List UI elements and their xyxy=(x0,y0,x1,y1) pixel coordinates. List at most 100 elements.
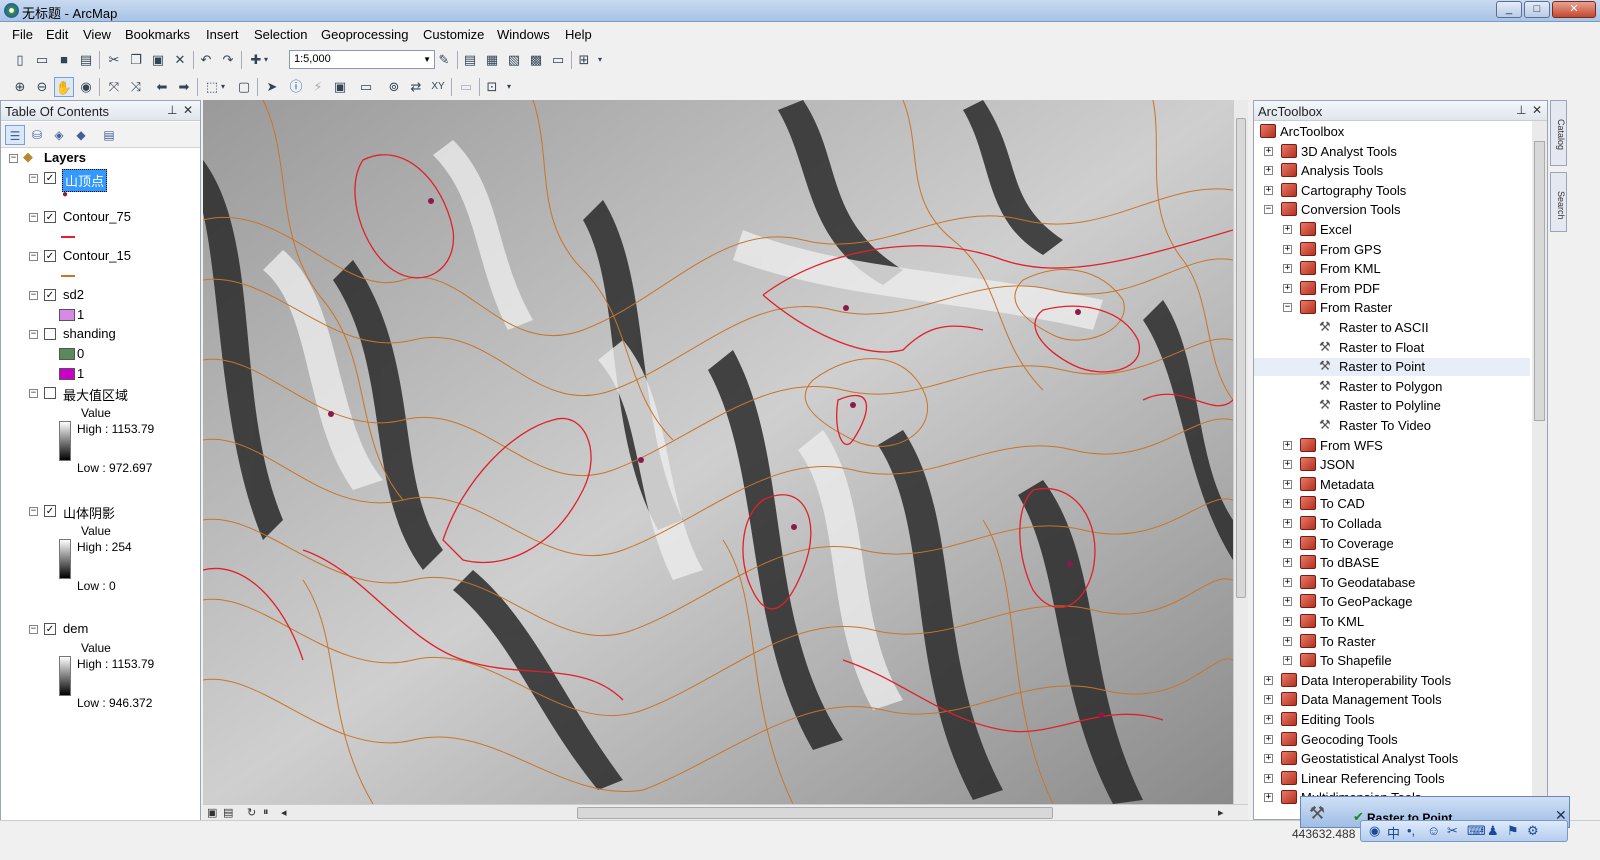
toolbox-tree-item[interactable]: + Geocoding Tools xyxy=(1254,731,1530,749)
zoom-out-icon[interactable]: ⊖ xyxy=(32,77,52,97)
pause-drawing-icon[interactable]: ⏸ xyxy=(263,806,269,819)
layer-collapse-toggle[interactable]: − xyxy=(29,291,38,300)
map-display[interactable] xyxy=(203,100,1233,804)
scroll-thumb[interactable] xyxy=(1236,118,1246,598)
expand-toggle[interactable]: + xyxy=(1283,597,1292,607)
toolbox-tree-item[interactable]: + Geostatistical Analyst Tools xyxy=(1254,750,1530,768)
layer-collapse-toggle[interactable]: − xyxy=(29,174,38,183)
toolbox-tree-item[interactable]: + From KML xyxy=(1254,260,1530,278)
model-builder-icon[interactable]: ⊞ xyxy=(574,50,594,70)
go-to-xy-icon[interactable]: XY xyxy=(428,77,448,97)
pin-icon[interactable]: ⊥ xyxy=(167,103,177,117)
expand-toggle[interactable]: + xyxy=(1264,734,1273,744)
menu-file[interactable]: File xyxy=(12,27,33,42)
undo-icon[interactable]: ↶ xyxy=(196,50,216,70)
editor-toolbar-icon[interactable]: ✎ xyxy=(434,50,454,70)
fixed-zoom-in-icon[interactable]: ⤧ xyxy=(104,77,124,97)
menu-customize[interactable]: Customize xyxy=(423,27,484,42)
expand-toggle[interactable]: + xyxy=(1283,538,1292,548)
layer-collapse-toggle[interactable]: − xyxy=(29,389,38,398)
ime-user-icon[interactable]: ♟ xyxy=(1487,823,1499,839)
save-icon[interactable]: ■ xyxy=(54,50,74,70)
toolbox-tree-item[interactable]: + To Collada xyxy=(1254,515,1530,533)
layer-visibility-checkbox[interactable] xyxy=(44,387,56,399)
select-elements-arrow-icon[interactable]: ➤ xyxy=(262,77,282,97)
expand-toggle[interactable]: + xyxy=(1283,264,1292,274)
print-icon[interactable]: ▤ xyxy=(76,50,96,70)
layer-name-max-region[interactable]: 最大值区域 xyxy=(63,385,128,404)
open-folder-icon[interactable]: ▭ xyxy=(32,50,52,70)
delete-icon[interactable]: ✕ xyxy=(170,50,190,70)
expand-toggle[interactable]: + xyxy=(1283,499,1292,509)
toolbox-tree-item[interactable]: ⚒ Raster to Polygon xyxy=(1254,378,1530,396)
peak-point[interactable] xyxy=(1067,561,1073,567)
toolbox-tree-item[interactable]: − Conversion Tools xyxy=(1254,201,1530,219)
expand-toggle[interactable]: + xyxy=(1264,185,1273,195)
list-by-visibility-icon[interactable]: ◈ xyxy=(49,125,69,145)
list-by-selection-icon[interactable]: ◆ xyxy=(71,125,91,145)
peak-point[interactable] xyxy=(1075,309,1081,315)
ime-language-icon[interactable]: 中 xyxy=(1387,823,1400,842)
minimize-button[interactable]: _ xyxy=(1496,1,1522,18)
expand-toggle[interactable]: + xyxy=(1283,519,1292,528)
expand-toggle[interactable]: + xyxy=(1283,558,1292,568)
scroll-thumb[interactable] xyxy=(1534,141,1545,421)
expand-toggle[interactable]: + xyxy=(1283,460,1292,470)
layer-collapse-toggle[interactable]: − xyxy=(29,507,38,516)
data-view-icon[interactable]: ▣ xyxy=(207,806,217,819)
layer-collapse-toggle[interactable]: − xyxy=(29,213,38,222)
expand-toggle[interactable]: + xyxy=(1283,617,1292,626)
expand-toggle[interactable]: + xyxy=(1283,225,1292,234)
horizontal-scroll-thumb[interactable] xyxy=(577,807,1053,819)
expand-toggle[interactable]: + xyxy=(1283,283,1292,293)
catalog-window-icon[interactable]: ▦ xyxy=(482,50,502,70)
paste-icon[interactable]: ▣ xyxy=(148,50,168,70)
layer-visibility-checkbox[interactable]: ✓ xyxy=(44,289,56,301)
menu-windows[interactable]: Windows xyxy=(497,27,550,42)
create-viewer-window-icon[interactable]: ⊡ xyxy=(482,77,502,97)
menu-selection[interactable]: Selection xyxy=(254,27,307,42)
toolbox-tree-item[interactable]: + Metadata xyxy=(1254,476,1530,494)
arctoolbox-icon[interactable]: ▩ xyxy=(526,50,546,70)
peak-point[interactable] xyxy=(638,457,644,463)
identify-icon[interactable]: ⓘ xyxy=(286,77,306,97)
scroll-left-icon[interactable]: ◂ xyxy=(281,806,287,819)
toolbox-tree-item[interactable]: + From WFS xyxy=(1254,437,1530,455)
layer-name-shanding[interactable]: shanding xyxy=(63,326,116,341)
toolbox-tree-item[interactable]: + Linear Referencing Tools xyxy=(1254,770,1530,788)
refresh-icon[interactable]: ↻ xyxy=(247,806,256,819)
ime-keyboard-icon[interactable]: ⌨ xyxy=(1467,823,1486,839)
layer-name-sd2[interactable]: sd2 xyxy=(63,287,84,302)
layer-visibility-checkbox[interactable]: ✓ xyxy=(44,172,56,184)
expand-toggle[interactable]: + xyxy=(1283,479,1292,489)
ime-punct-icon[interactable]: •, xyxy=(1407,823,1415,838)
hyperlink-icon[interactable]: ⚡ xyxy=(308,77,328,97)
fixed-zoom-out-icon[interactable]: ⤨ xyxy=(126,77,146,97)
toolbox-tree-item[interactable]: ⚒ Raster to Polyline xyxy=(1254,397,1530,415)
toolbox-tree-item[interactable]: + To KML xyxy=(1254,613,1530,631)
menu-view[interactable]: View xyxy=(83,27,111,42)
toolbar-options-icon[interactable]: ▾ xyxy=(595,50,605,70)
toolbar-options-icon[interactable]: ▾ xyxy=(504,77,514,97)
close-icon[interactable]: ✕ xyxy=(1532,103,1542,117)
peak-point[interactable] xyxy=(428,198,434,204)
map-scale-combo[interactable]: 1:5,000 ▼ xyxy=(289,50,435,69)
expand-toggle[interactable]: + xyxy=(1264,166,1273,176)
layer-visibility-checkbox[interactable]: ✓ xyxy=(44,211,56,223)
copy-icon[interactable]: ❐ xyxy=(126,50,146,70)
catalog-tab[interactable]: Catalog xyxy=(1550,100,1567,166)
full-extent-icon[interactable]: ◉ xyxy=(76,77,96,97)
find-binoculars-icon[interactable]: ⊚ xyxy=(384,77,404,97)
table-of-contents-icon[interactable]: ▤ xyxy=(460,50,480,70)
toolbox-tree-item[interactable]: − From Raster xyxy=(1254,299,1530,317)
close-window-button[interactable]: ✕ xyxy=(1552,1,1596,18)
html-popup-icon[interactable]: ▣ xyxy=(330,77,350,97)
layer-collapse-toggle[interactable]: − xyxy=(29,625,38,634)
toolbox-tree-item[interactable]: ⚒ Raster to Float xyxy=(1254,339,1530,357)
toolbox-tree-item[interactable]: ArcToolbox xyxy=(1254,123,1530,141)
scroll-right-icon[interactable]: ▸ xyxy=(1218,806,1224,819)
toolbox-tree-item[interactable]: + Cartography Tools xyxy=(1254,182,1530,200)
layer-name-hillshade[interactable]: 山体阴影 xyxy=(63,503,115,522)
peak-point[interactable] xyxy=(850,402,856,408)
ime-scissors-icon[interactable]: ✂ xyxy=(1447,823,1458,839)
